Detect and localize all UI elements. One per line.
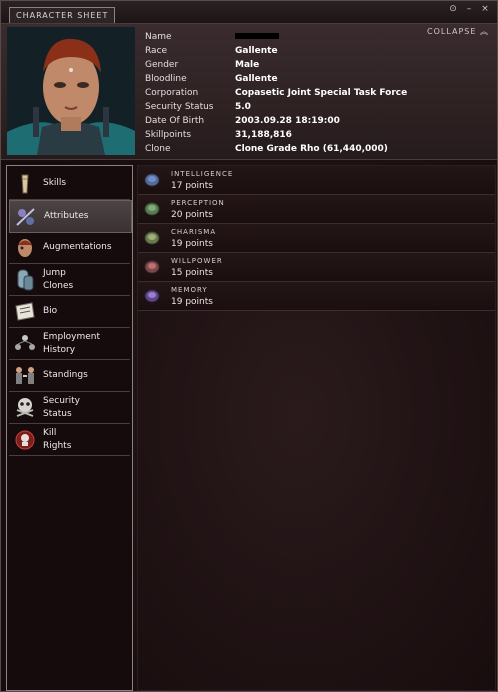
security-status-icon [16,397,34,417]
bio-icon [15,301,35,321]
sidebar-item-employment-history[interactable]: Employment History [9,328,130,360]
info-value: Clone Grade Rho (61,440,000) [235,144,388,154]
intelligence-brain-icon [144,173,160,187]
info-label: Corporation [145,88,199,98]
window-controls: ⊙ – × [447,3,491,15]
info-label: Security Status [145,102,214,112]
charisma-brain-icon [144,231,160,245]
collapse-label: COLLAPSE [427,27,477,36]
augmentations-icon [18,238,32,257]
perception-brain-icon [144,202,160,216]
info-value: 2003.09.28 18:19:00 [235,116,340,126]
attribute-name: PERCEPTION [171,199,225,207]
character-portrait[interactable] [7,27,135,155]
info-label: Race [145,46,168,56]
sidebar-item-label: Employment History [43,331,101,355]
kill-rights-icon [15,430,35,449]
info-row-security-status: Security Status 5.0 [145,100,407,114]
info-row-date-of-birth: Date Of Birth 2003.09.28 18:19:00 [145,114,407,128]
memory-brain-icon [144,289,160,303]
attributes-icon [16,207,35,226]
sidebar-item-augmentations[interactable]: Augmentations [9,232,130,264]
info-label: Clone [145,144,171,154]
sidebar-item-label: Standings [43,370,88,380]
attribute-points: 19 points [171,239,213,249]
attribute-name: MEMORY [171,286,208,294]
sidebar-nav: Skills Attributes Augmentations Jump Clo… [6,165,133,691]
info-value: Male [235,60,260,70]
info-label: Name [145,32,172,42]
sidebar-item-standings[interactable]: Standings [9,360,130,392]
character-name-redacted [235,30,279,44]
attribute-name: INTELLIGENCE [171,170,234,178]
attribute-name: CHARISMA [171,228,217,236]
info-label: Gender [145,60,179,70]
sidebar-item-label: Bio [43,306,58,316]
character-header: COLLAPSE ︽ Name Race Gallente Gender Mal… [1,24,497,160]
info-row-bloodline: Bloodline Gallente [145,72,407,86]
character-info: Name Race Gallente Gender Male Bloodline… [145,30,407,156]
attribute-row-willpower[interactable]: WILLPOWER 15 points [138,253,495,282]
info-value: Gallente [235,46,278,56]
minimize-icon[interactable]: – [463,3,475,15]
sidebar-item-security-status[interactable]: Security Status [9,392,130,424]
info-label: Bloodline [145,74,187,84]
info-label: Date Of Birth [145,116,205,126]
info-row-name: Name [145,30,407,44]
attributes-panel: INTELLIGENCE 17 points PERCEPTION 20 poi… [137,165,496,691]
attribute-points: 17 points [171,181,213,191]
attribute-points: 20 points [171,210,213,220]
tab-character-sheet[interactable]: CHARACTER SHEET [9,7,116,23]
sidebar-item-attributes[interactable]: Attributes [9,200,132,233]
attribute-row-charisma[interactable]: CHARISMA 19 points [138,224,495,253]
title-bar[interactable]: CHARACTER SHEET ⊙ – × [1,1,497,24]
sidebar-item-label: Jump Clones [43,267,74,291]
standings-icon [16,366,34,384]
sidebar-item-kill-rights[interactable]: Kill Rights [9,424,130,456]
sidebar-item-jump-clones[interactable]: Jump Clones [9,264,130,296]
info-row-clone: Clone Clone Grade Rho (61,440,000) [145,142,407,156]
info-row-skillpoints: Skillpoints 31,188,816 [145,128,407,142]
sidebar-item-label: Skills [43,178,67,188]
attribute-row-intelligence[interactable]: INTELLIGENCE 17 points [138,166,495,195]
chevron-up-icon: ︽ [480,27,489,36]
jump-clones-icon [17,269,34,290]
info-row-race: Race Gallente [145,44,407,58]
attribute-row-memory[interactable]: MEMORY 19 points [138,282,495,311]
attribute-points: 15 points [171,268,213,278]
attribute-row-perception[interactable]: PERCEPTION 20 points [138,195,495,224]
info-value: Gallente [235,74,278,84]
info-row-gender: Gender Male [145,58,407,72]
collapse-button[interactable]: COLLAPSE ︽ [427,26,489,37]
sidebar-item-label: Attributes [44,211,89,221]
employment-history-icon [15,334,35,350]
attribute-name: WILLPOWER [171,257,223,265]
sidebar-item-label: Kill Rights [43,427,72,451]
corporation-link[interactable]: Copasetic Joint Special Task Force [235,86,407,100]
sidebar-item-label: Augmentations [43,242,112,252]
info-row-corporation: Corporation Copasetic Joint Special Task… [145,86,407,100]
gear-icon[interactable]: ⊙ [447,3,459,15]
info-label: Skillpoints [145,130,192,140]
sidebar-item-bio[interactable]: Bio [9,296,130,328]
sidebar-item-skills[interactable]: Skills [9,168,130,200]
character-sheet-window: CHARACTER SHEET ⊙ – × COLLAPSE ︽ Name Ra… [0,0,498,692]
info-value: 31,188,816 [235,130,292,140]
attribute-points: 19 points [171,297,213,307]
info-value: 5.0 [235,102,251,112]
skills-icon [21,174,29,193]
close-icon[interactable]: × [479,3,491,15]
sidebar-item-label: Security Status [43,395,80,419]
willpower-brain-icon [144,260,160,274]
